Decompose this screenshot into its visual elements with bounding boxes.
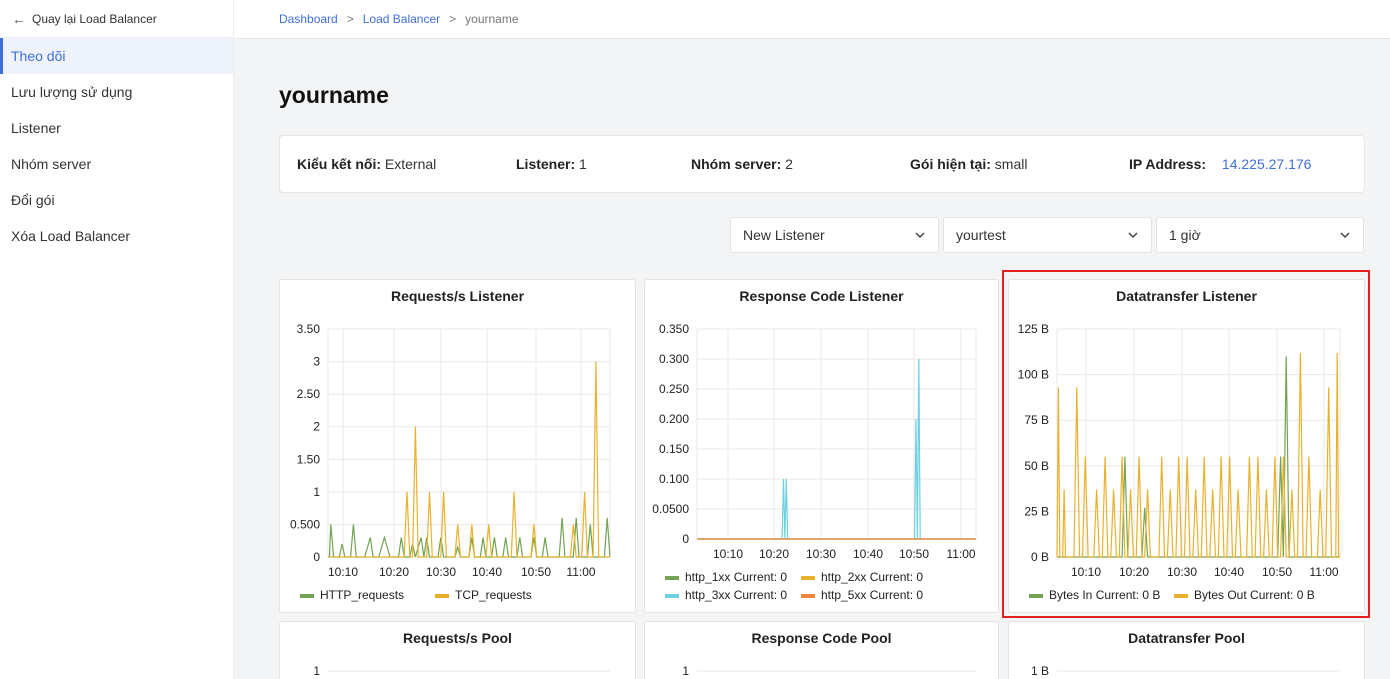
- ip-address-value[interactable]: 14.225.27.176: [1222, 156, 1312, 172]
- listener-count-label: Listener:: [516, 156, 576, 172]
- time-period-value: 1 giờ: [1169, 227, 1201, 243]
- y-tick-label: 0.300: [659, 352, 689, 366]
- y-tick-label: 0.250: [659, 382, 689, 396]
- ip-address-label: IP Address:: [1129, 156, 1207, 172]
- listener-select[interactable]: New Listener: [730, 217, 939, 253]
- x-tick-label: 10:20: [379, 565, 409, 579]
- legend-label: http_1xx Current: 0: [685, 570, 787, 584]
- highlight-box: [1002, 270, 1370, 618]
- x-tick-label: 11:00: [566, 565, 595, 579]
- y-tick-label: 1.50: [297, 452, 321, 466]
- sidebar-item-delete-load-balancer[interactable]: Xóa Load Balancer: [0, 218, 233, 254]
- y-tick-label: 0.500: [290, 517, 320, 531]
- x-tick-label: 10:30: [426, 565, 456, 579]
- y-tick-label: 3.50: [297, 322, 321, 336]
- chevron-down-icon: [1340, 232, 1350, 239]
- pool-select-value: yourtest: [956, 227, 1006, 243]
- info-panel: Kiểu kết nối: External Listener: 1 Nhóm …: [279, 135, 1365, 193]
- sidebar-item-monitoring[interactable]: Theo dõi: [0, 38, 233, 74]
- listener-select-value: New Listener: [743, 227, 825, 243]
- pool-select[interactable]: yourtest: [943, 217, 1152, 253]
- current-plan-label: Gói hiện tại:: [910, 156, 991, 172]
- legend-label: http_5xx Current: 0: [821, 588, 923, 602]
- current-plan-value: small: [994, 156, 1028, 172]
- chart-svg: 0 0.500 1 1.50 2 2.50 3 3.50 10:10 10:20 10:30 10:4…: [290, 322, 611, 602]
- x-tick-label: 10:20: [759, 547, 789, 561]
- current-plan: Gói hiện tại: small: [910, 156, 1027, 172]
- legend-label: HTTP_requests: [320, 588, 404, 602]
- back-to-load-balancer-link[interactable]: ← Quay lại Load Balancer: [0, 0, 233, 38]
- y-tick-label: 2.50: [297, 387, 321, 401]
- chevron-down-icon: [915, 232, 925, 239]
- breadcrumb-dashboard[interactable]: Dashboard: [279, 12, 338, 26]
- back-label: Quay lại Load Balancer: [32, 11, 157, 26]
- y-tick-label: 0.100: [659, 472, 689, 486]
- sidebar-item-change-plan[interactable]: Đổi gói: [0, 182, 233, 218]
- server-group-count: Nhóm server: 2: [691, 156, 793, 172]
- y-tick-label: 0: [682, 532, 689, 546]
- y-tick-label: 0.350: [659, 322, 689, 336]
- y-tick-label: 0: [313, 550, 320, 564]
- legend-swatch: [801, 576, 815, 580]
- sidebar-item-listener[interactable]: Listener: [0, 110, 233, 146]
- x-tick-label: 10:30: [806, 547, 836, 561]
- chart-response-code-pool: Response Code Pool 1: [644, 621, 999, 679]
- connection-type: Kiểu kết nối: External: [297, 156, 436, 172]
- x-tick-label: 10:10: [328, 565, 358, 579]
- breadcrumb-separator: >: [346, 12, 354, 26]
- chart-svg: 1 B: [1031, 664, 1340, 678]
- y-tick-label: 1: [313, 664, 320, 678]
- x-tick-label: 10:50: [899, 547, 929, 561]
- listener-count: Listener: 1: [516, 156, 587, 172]
- x-tick-label: 10:50: [521, 565, 551, 579]
- sidebar-item-server-group[interactable]: Nhóm server: [0, 146, 233, 182]
- x-tick-label: 10:40: [472, 565, 502, 579]
- breadcrumb-current: yourname: [465, 12, 519, 26]
- y-tick-label: 3: [313, 355, 320, 369]
- legend-swatch: [665, 576, 679, 580]
- y-tick-label: 1: [682, 664, 689, 678]
- chart-svg: 1: [313, 664, 610, 678]
- chart-svg: 0 0.0500 0.100 0.150 0.200 0.250 0.300 0.350 10:…: [652, 322, 977, 602]
- x-tick-label: 10:40: [853, 547, 883, 561]
- y-tick-label: 0.0500: [652, 502, 689, 516]
- chevron-down-icon: [1128, 232, 1138, 239]
- y-tick-label: 0.150: [659, 442, 689, 456]
- y-tick-label: 2: [313, 420, 320, 434]
- legend-label: TCP_requests: [455, 588, 532, 602]
- ip-address: IP Address: 14.225.27.176: [1129, 156, 1311, 172]
- listener-count-value: 1: [579, 156, 587, 172]
- legend-swatch: [665, 594, 679, 598]
- legend-swatch: [300, 594, 314, 598]
- breadcrumb-load-balancer[interactable]: Load Balancer: [363, 12, 440, 26]
- time-period-select[interactable]: 1 giờ: [1156, 217, 1364, 253]
- chart-response-code-listener: Response Code Listener 0 0.0500 0.100 0.150…: [644, 279, 999, 613]
- y-tick-label: 1: [313, 485, 320, 499]
- connection-type-label: Kiểu kết nối:: [297, 156, 382, 172]
- legend-swatch: [435, 594, 449, 598]
- sidebar: ← Quay lại Load Balancer Theo dõi Lưu lư…: [0, 0, 234, 679]
- breadcrumb: Dashboard > Load Balancer > yourname: [234, 0, 1390, 39]
- chart-datatransfer-pool: Datatransfer Pool 1 B: [1008, 621, 1365, 679]
- breadcrumb-separator: >: [449, 12, 457, 26]
- y-tick-label: 1 B: [1031, 664, 1049, 678]
- server-group-label: Nhóm server:: [691, 156, 782, 172]
- chart-requests-listener: Requests/s Listener 0 0.500 1 1.50 2 2.50 3 3.5…: [279, 279, 636, 613]
- x-tick-label: 11:00: [946, 547, 975, 561]
- legend-swatch: [801, 594, 815, 598]
- y-tick-label: 0.200: [659, 412, 689, 426]
- chart-svg: 1: [682, 664, 976, 678]
- page-title: yourname: [279, 82, 389, 108]
- sidebar-item-usage[interactable]: Lưu lượng sử dụng: [0, 74, 233, 110]
- legend-label: http_2xx Current: 0: [821, 570, 923, 584]
- server-group-value: 2: [785, 156, 793, 172]
- chart-requests-pool: Requests/s Pool 1: [279, 621, 636, 679]
- arrow-left-icon: ←: [12, 10, 26, 27]
- connection-type-value: External: [384, 156, 437, 172]
- x-tick-label: 10:10: [713, 547, 743, 561]
- legend-label: http_3xx Current: 0: [685, 588, 787, 602]
